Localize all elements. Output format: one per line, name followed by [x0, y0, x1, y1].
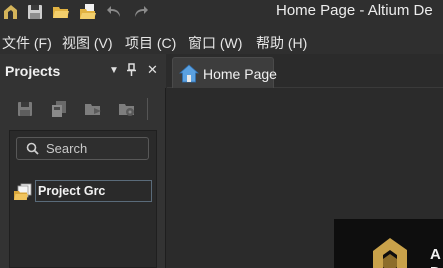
search-icon	[26, 142, 39, 155]
home-page-content: A D	[167, 88, 443, 268]
menu-window[interactable]: 窗口 (W)	[188, 33, 242, 53]
tab-strip: Home Page	[167, 54, 443, 88]
save-icon[interactable]	[16, 100, 34, 118]
menu-bar: 文件 (F) 视图 (V) 项目 (C) 窗口 (W) 帮助 (H)	[0, 28, 443, 54]
search-input[interactable]: Search	[16, 137, 149, 160]
panel-toolbar	[0, 88, 166, 126]
title-bar: Home Page - Altium De	[0, 0, 443, 28]
open-project-icon[interactable]	[79, 3, 97, 21]
menu-help[interactable]: 帮助 (H)	[256, 33, 307, 53]
pin-icon[interactable]	[126, 63, 137, 77]
altium-designer-logo-icon	[373, 238, 407, 268]
tab-label: Home Page	[203, 66, 277, 82]
close-icon[interactable]: ✕	[147, 62, 158, 78]
project-group-icon	[14, 183, 32, 200]
panel-title: Projects	[5, 63, 61, 79]
splash-letter-a: A	[430, 246, 441, 263]
redo-icon[interactable]	[131, 3, 149, 21]
document-area: Home Page A D	[167, 54, 443, 268]
search-placeholder: Search	[46, 141, 88, 156]
toolbar-separator	[147, 98, 148, 120]
project-tree-area: Search Project Grc	[9, 130, 157, 268]
altium-splash-banner: A D	[334, 219, 443, 268]
window-title: Home Page - Altium De	[276, 2, 433, 19]
panel-menu-icon[interactable]: ▼	[109, 65, 119, 76]
menu-view[interactable]: 视图 (V)	[62, 33, 113, 53]
panel-header: Projects ▼ ✕	[0, 54, 166, 88]
menu-file[interactable]: 文件 (F)	[2, 33, 52, 53]
open-folder-icon[interactable]	[52, 3, 70, 21]
tab-home-page[interactable]: Home Page	[172, 57, 277, 88]
tree-item-project-group[interactable]: Project Grc	[14, 180, 152, 202]
projects-panel: Projects ▼ ✕ Search Project Grc	[0, 54, 166, 268]
undo-icon[interactable]	[106, 3, 124, 21]
save-all-icon[interactable]	[50, 100, 68, 118]
menu-project[interactable]: 项目 (C)	[125, 33, 176, 53]
project-name-editor[interactable]: Project Grc	[35, 180, 152, 202]
altium-logo-icon[interactable]	[2, 3, 20, 21]
save-icon[interactable]	[26, 3, 44, 21]
project-options-icon[interactable]	[118, 100, 136, 118]
home-icon	[179, 64, 199, 83]
open-project-icon[interactable]	[84, 100, 102, 118]
project-name-text: Project Grc	[38, 184, 106, 198]
splash-letter-d: D	[430, 264, 441, 268]
